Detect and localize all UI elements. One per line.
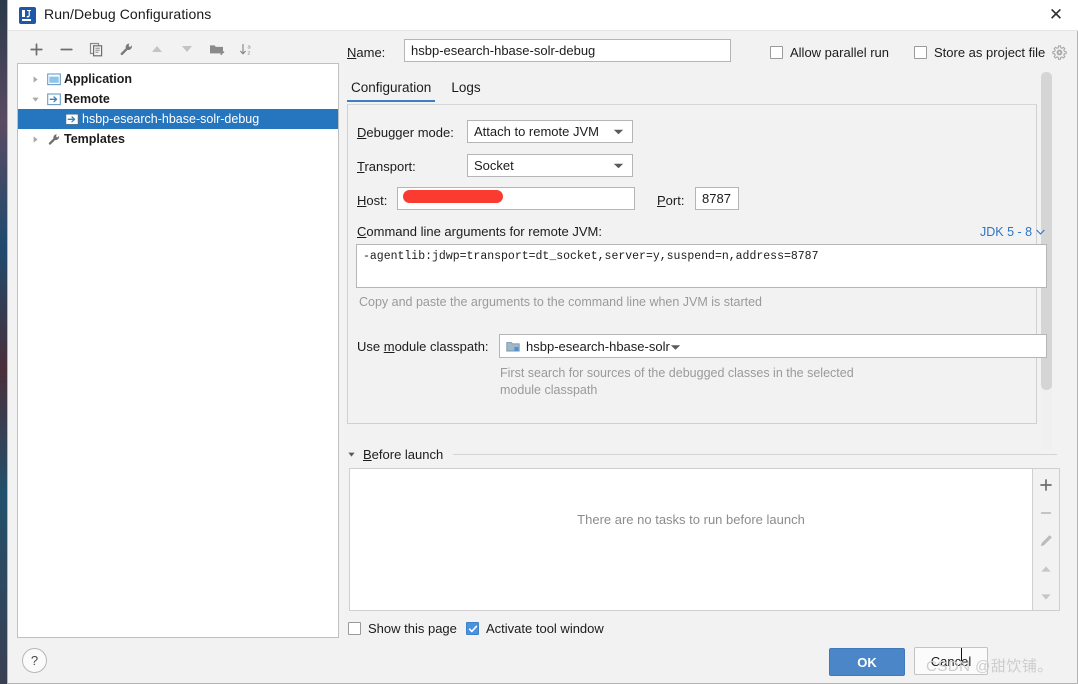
checkbox-box — [914, 46, 927, 59]
before-launch-move-down-button[interactable] — [1033, 584, 1059, 610]
module-classpath-value: hsbp-esearch-hbase-solr — [526, 338, 670, 354]
host-label: Host: — [357, 193, 388, 208]
chevron-down-icon — [670, 339, 681, 354]
transport-label: Transport: — [357, 159, 416, 174]
tree-item-application[interactable]: Application — [18, 69, 338, 89]
gear-icon[interactable] — [1052, 45, 1067, 65]
command-line-arguments-textarea[interactable]: -agentlib:jdwp=transport=dt_socket,serve… — [356, 244, 1047, 288]
tree-item-label: hsbp-esearch-hbase-solr-debug — [82, 112, 260, 126]
configurations-toolbar: a z — [17, 36, 337, 64]
checkbox-box — [348, 622, 361, 635]
activate-tool-window-checkbox[interactable]: Activate tool window — [466, 621, 604, 636]
tab-configuration[interactable]: Configuration — [347, 80, 436, 102]
port-input[interactable] — [695, 187, 739, 210]
before-launch-edit-button[interactable] — [1033, 528, 1059, 554]
copy-configuration-button[interactable] — [84, 36, 109, 62]
command-line-arguments-label: Command line arguments for remote JVM: — [357, 224, 602, 239]
tree-item-hsbp-esearch-hbase-solr-debug[interactable]: hsbp-esearch-hbase-solr-debug — [18, 109, 338, 129]
wrench-icon[interactable] — [114, 36, 139, 62]
module-classpath-hint-line2: module classpath — [500, 383, 598, 397]
before-launch-header[interactable]: Before launch — [347, 447, 1057, 462]
configuration-tabs: Configuration Logs — [347, 80, 497, 102]
remote-icon — [44, 92, 64, 106]
text-cursor — [961, 648, 962, 665]
wrench-icon — [44, 133, 64, 146]
collapse-arrow-icon[interactable] — [347, 450, 356, 459]
store-as-project-file-label: Store as project file — [934, 45, 1046, 60]
jdk-version-selector[interactable]: JDK 5 - 8 — [980, 225, 1045, 239]
remote-icon — [62, 112, 82, 126]
host-redaction-overlay — [403, 190, 503, 203]
name-label: Name: — [347, 45, 386, 60]
allow-parallel-run-label: Allow parallel run — [790, 45, 889, 60]
before-launch-empty-message: There are no tasks to run before launch — [577, 512, 805, 527]
module-classpath-label: Use module classpath: — [357, 339, 489, 354]
module-icon — [506, 340, 520, 353]
jdk-version-label: JDK 5 - 8 — [980, 225, 1033, 239]
module-classpath-dropdown[interactable]: hsbp-esearch-hbase-solr — [499, 334, 1047, 358]
before-launch-title: Before launch — [363, 447, 444, 462]
command-line-hint: Copy and paste the arguments to the comm… — [359, 295, 762, 309]
before-launch-add-button[interactable] — [1033, 472, 1059, 498]
checkbox-box — [466, 622, 479, 635]
tree-item-templates[interactable]: Templates — [18, 129, 338, 149]
transport-value: Socket — [474, 158, 514, 173]
checkbox-box — [770, 46, 783, 59]
cancel-button[interactable]: Cancel — [914, 647, 988, 675]
tree-item-label: Application — [64, 72, 133, 86]
ok-button[interactable]: OK — [829, 648, 905, 676]
show-this-page-checkbox[interactable]: Show this page — [348, 621, 457, 636]
move-down-button[interactable] — [174, 36, 199, 62]
folder-add-icon[interactable] — [204, 36, 229, 62]
before-launch-remove-button[interactable] — [1033, 500, 1059, 526]
dialog-title: Run/Debug Configurations — [44, 6, 212, 22]
chevron-down-icon — [613, 128, 624, 135]
allow-parallel-run-checkbox[interactable]: Allow parallel run — [770, 45, 889, 60]
name-input[interactable] — [404, 39, 731, 62]
collapse-arrow-icon[interactable] — [26, 95, 44, 104]
configurations-tree[interactable]: Application Remote hsbp-esearch-hbase-so… — [17, 63, 339, 638]
debugger-mode-label: Debugger mode: — [357, 125, 454, 140]
chevron-down-icon — [613, 162, 624, 169]
port-label: Port: — [657, 193, 685, 208]
tree-item-label: Templates — [64, 132, 125, 146]
store-as-project-file-checkbox[interactable]: Store as project file — [914, 45, 1045, 60]
expand-arrow-icon[interactable] — [26, 75, 44, 84]
sort-alpha-icon[interactable]: a z — [234, 36, 259, 62]
dialog-titlebar: Run/Debug Configurations ✕ — [8, 0, 1078, 31]
add-configuration-button[interactable] — [24, 36, 49, 62]
tab-logs[interactable]: Logs — [447, 80, 484, 102]
tree-item-label: Remote — [64, 92, 110, 106]
tree-item-remote[interactable]: Remote — [18, 89, 338, 109]
activate-tool-window-label: Activate tool window — [486, 621, 604, 636]
before-launch-toolbar — [1033, 468, 1060, 611]
move-up-button[interactable] — [144, 36, 169, 62]
intellij-idea-icon — [19, 7, 36, 24]
help-button[interactable]: ? — [22, 648, 47, 673]
transport-dropdown[interactable]: Socket — [467, 154, 633, 177]
remove-configuration-button[interactable] — [54, 36, 79, 62]
application-icon — [44, 72, 64, 86]
svg-text:z: z — [247, 50, 250, 56]
debugger-mode-value: Attach to remote JVM — [474, 124, 599, 139]
run-debug-configurations-dialog: Run/Debug Configurations ✕ a z Applicati… — [7, 0, 1078, 684]
expand-arrow-icon[interactable] — [26, 135, 44, 144]
module-classpath-hint-line1: First search for sources of the debugged… — [500, 366, 854, 380]
before-launch-tasks-panel[interactable]: There are no tasks to run before launch — [349, 468, 1033, 611]
close-icon[interactable]: ✕ — [1033, 0, 1078, 30]
before-launch-move-up-button[interactable] — [1033, 556, 1059, 582]
before-launch-rule — [453, 454, 1057, 455]
debugger-mode-dropdown[interactable]: Attach to remote JVM — [467, 120, 633, 143]
show-this-page-label: Show this page — [368, 621, 457, 636]
